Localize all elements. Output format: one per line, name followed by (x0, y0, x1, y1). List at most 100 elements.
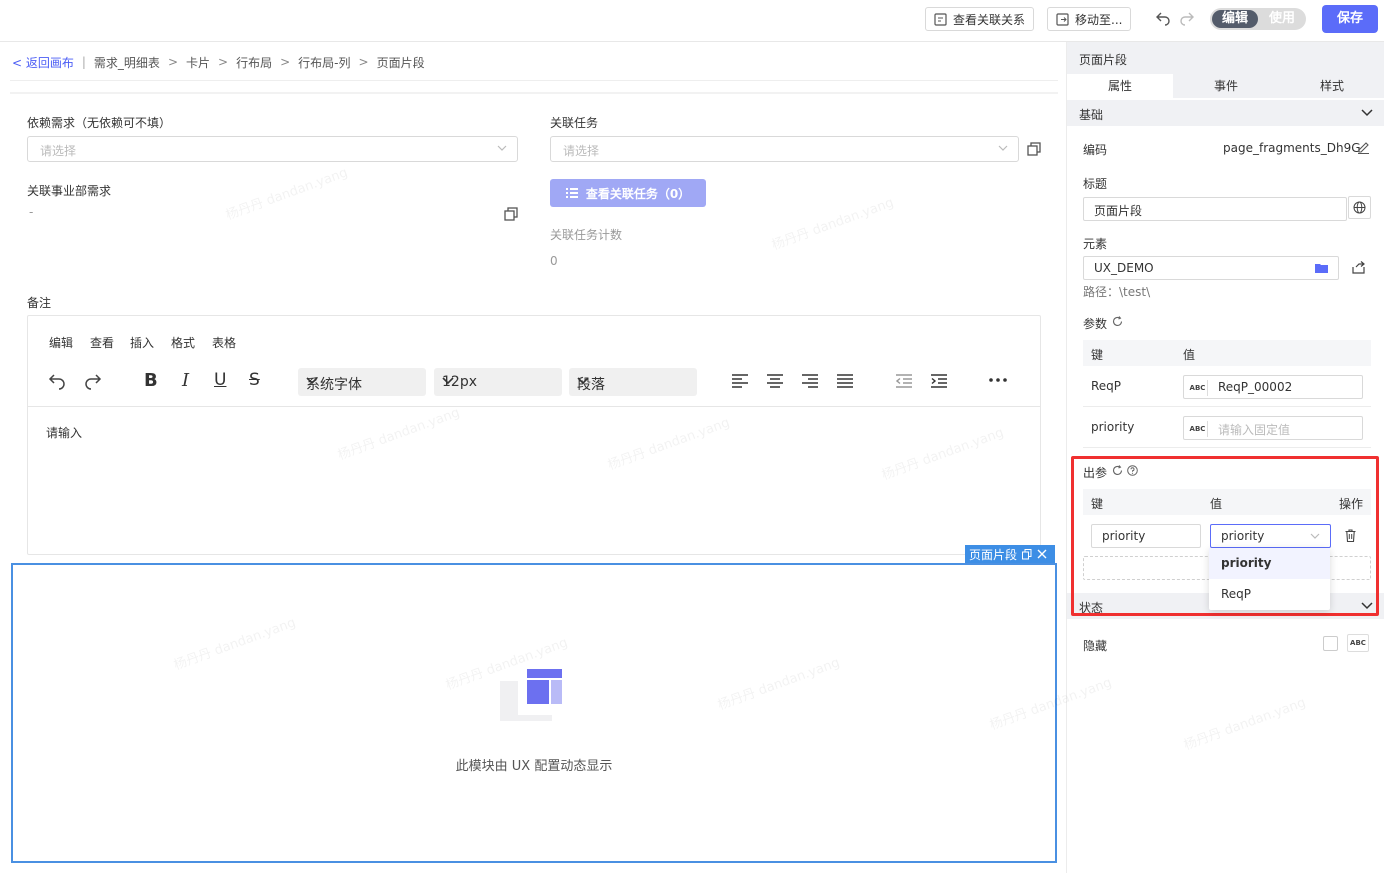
element-path: 路径：\test\ (1083, 285, 1151, 299)
menu-format[interactable]: 格式 (171, 334, 195, 351)
param-value-input[interactable]: ABC ReqP_00002 (1183, 375, 1363, 399)
strikethrough-icon[interactable]: S (249, 370, 260, 390)
tab-style[interactable]: 样式 (1279, 74, 1384, 98)
dropdown-option-reqp[interactable]: ReqP (1209, 579, 1330, 610)
menu-table[interactable]: 表格 (212, 334, 236, 351)
view-relations-button[interactable]: 查看关联关系 (925, 7, 1035, 31)
task-count-value: 0 (550, 254, 558, 268)
menu-view[interactable]: 查看 (90, 334, 114, 351)
indent-icon[interactable] (931, 374, 947, 388)
folder-icon[interactable] (1315, 263, 1328, 273)
breadcrumb-item[interactable]: 行布局 (236, 54, 272, 71)
tab-events[interactable]: 事件 (1173, 74, 1279, 98)
bold-icon[interactable]: B (144, 370, 158, 391)
task-count-label: 关联任务计数 (550, 228, 623, 242)
param-value: ReqP_00002 (1218, 380, 1293, 394)
chevron-down-icon (497, 145, 507, 151)
italic-icon[interactable]: I (182, 370, 189, 391)
title-label: 标题 (1083, 177, 1108, 191)
more-icon[interactable] (989, 378, 1007, 382)
close-icon[interactable] (1037, 549, 1047, 559)
param-key: ReqP (1091, 379, 1122, 393)
redo-icon[interactable] (1179, 11, 1195, 27)
move-icon (1056, 12, 1069, 26)
mode-toggle[interactable]: 编辑 使用 (1210, 8, 1306, 30)
hidden-checkbox[interactable] (1323, 636, 1338, 651)
edit-icon[interactable] (1357, 141, 1370, 154)
panel-tabs: 属性 事件 样式 (1067, 74, 1384, 98)
watermark: 杨丹丹 dandan.yang (769, 195, 896, 254)
element-input[interactable]: UX_DEMO (1083, 256, 1339, 280)
abc-type-icon[interactable]: ABC (1188, 421, 1208, 437)
divider (10, 92, 1058, 94)
fragment-tag-label: 页面片段 (969, 547, 1018, 562)
chevron-down-icon (998, 145, 1008, 151)
abc-type-icon[interactable]: ABC (1347, 634, 1369, 652)
watermark: 杨丹丹 dandan.yang (223, 165, 350, 224)
related-task-label: 关联任务 (550, 116, 599, 130)
save-button[interactable]: 保存 (1322, 5, 1378, 33)
block-format-select[interactable]: 段落 (569, 368, 697, 396)
language-button[interactable] (1348, 196, 1371, 219)
mode-use[interactable]: 使用 (1260, 10, 1304, 28)
view-related-tasks-label: 查看关联任务（0） (585, 186, 691, 201)
hidden-label: 隐藏 (1083, 639, 1108, 653)
font-size-select[interactable]: 12px (434, 368, 562, 396)
list-icon (565, 188, 578, 198)
top-toolbar: 查看关联关系 移动至... 编辑 使用 保存 (0, 0, 1384, 42)
breadcrumb-item-current: 页面片段 (376, 55, 425, 70)
move-to-button[interactable]: 移动至... (1047, 7, 1132, 31)
depend-requirement-select[interactable]: 请选择 (27, 136, 518, 162)
breadcrumb-item[interactable]: 卡片 (186, 54, 210, 71)
menu-edit[interactable]: 编辑 (49, 334, 73, 351)
param-key: priority (1091, 420, 1135, 434)
param-value-input[interactable]: ABC 请输入固定值 (1183, 416, 1363, 440)
rich-text-editor: 编辑 查看 插入 格式 表格 B I U S 系统字体 12px 段落 请输入 (27, 315, 1041, 555)
editor-content-placeholder[interactable]: 请输入 (46, 424, 82, 441)
depend-placeholder: 请选择 (40, 144, 77, 158)
view-related-tasks-button[interactable]: 查看关联任务（0） (550, 179, 706, 207)
element-label: 元素 (1083, 237, 1108, 251)
mode-edit[interactable]: 编辑 (1212, 10, 1258, 28)
tab-properties[interactable]: 属性 (1067, 74, 1173, 98)
abc-type-icon[interactable]: ABC (1188, 380, 1208, 396)
menu-insert[interactable]: 插入 (130, 334, 154, 351)
outdent-icon[interactable] (896, 374, 912, 388)
related-task-placeholder: 请选择 (563, 144, 600, 158)
breadcrumb: < 返回画布 | 需求_明细表 > 卡片 > 行布局 > 行布局-列 > 页面片… (12, 54, 425, 71)
page-fragment-selected[interactable]: 此模块由 UX 配置动态显示 (11, 563, 1057, 863)
copy-icon[interactable] (1027, 142, 1041, 156)
jump-link-icon[interactable] (1352, 261, 1365, 274)
panel-title: 页面片段 (1067, 42, 1384, 74)
chevron-down-icon (306, 377, 420, 385)
related-task-select[interactable]: 请选择 (550, 136, 1019, 162)
chevron-down-icon (442, 377, 556, 385)
params-key-header: 键 (1091, 348, 1104, 362)
align-center-icon[interactable] (767, 374, 783, 388)
align-right-icon[interactable] (802, 374, 818, 388)
code-label: 编码 (1083, 143, 1108, 157)
undo-icon[interactable] (1155, 11, 1171, 27)
refresh-icon[interactable] (1112, 316, 1123, 327)
breadcrumb-item[interactable]: 行布局-列 (298, 54, 350, 71)
back-to-canvas-link[interactable]: < 返回画布 (12, 54, 74, 71)
undo-icon[interactable] (48, 372, 66, 390)
underline-icon[interactable]: U (214, 370, 226, 390)
copy-icon[interactable] (1022, 548, 1032, 560)
basic-section-label: 基础 (1079, 108, 1104, 122)
relations-icon (934, 12, 947, 26)
copy-icon[interactable] (504, 207, 518, 221)
dropdown-option-priority[interactable]: priority (1209, 548, 1330, 579)
param-value-placeholder: 请输入固定值 (1218, 423, 1291, 437)
align-justify-icon[interactable] (837, 374, 853, 388)
redo-icon[interactable] (84, 372, 102, 390)
breadcrumb-item[interactable]: 需求_明细表 (94, 54, 160, 71)
basic-section-header[interactable]: 基础 (1067, 100, 1384, 126)
font-family-select[interactable]: 系统字体 (298, 368, 426, 396)
code-value: page_fragments_Dh9G (1223, 141, 1361, 155)
params-table-header: 键 值 (1083, 340, 1371, 366)
params-value-header: 值 (1183, 348, 1196, 362)
divider (1083, 447, 1371, 448)
align-left-icon[interactable] (732, 374, 748, 388)
title-input[interactable]: 页面片段 (1083, 197, 1347, 221)
